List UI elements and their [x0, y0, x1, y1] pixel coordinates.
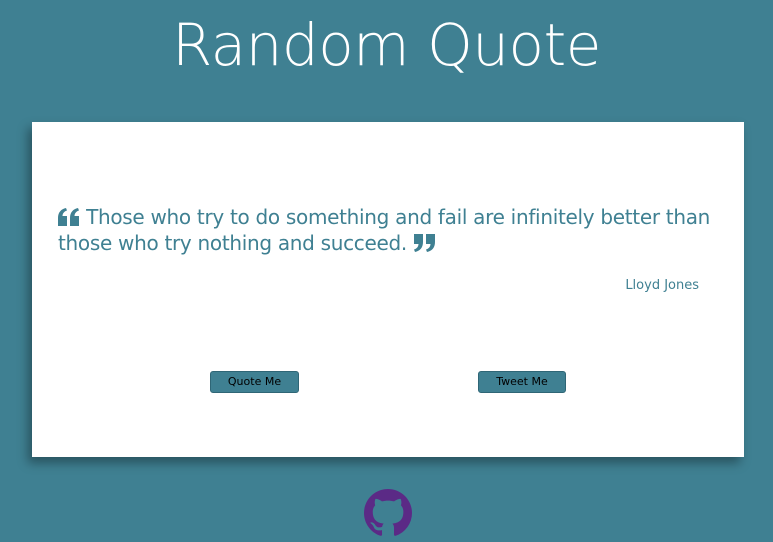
quote-right-icon — [413, 234, 436, 252]
quote-text: Those who try to do something and fail a… — [58, 205, 711, 255]
page-title: Random Quote — [172, 11, 601, 79]
github-icon — [364, 489, 412, 537]
quote-block: Those who try to do something and fail a… — [58, 204, 718, 256]
quote-card: Those who try to do something and fail a… — [32, 122, 744, 457]
tweet-me-button[interactable]: Tweet Me — [478, 371, 566, 393]
quote-me-button[interactable]: Quote Me — [210, 371, 299, 393]
quote-left-icon — [58, 208, 80, 226]
github-link[interactable] — [364, 489, 412, 537]
quote-author: Lloyd Jones — [625, 278, 699, 293]
